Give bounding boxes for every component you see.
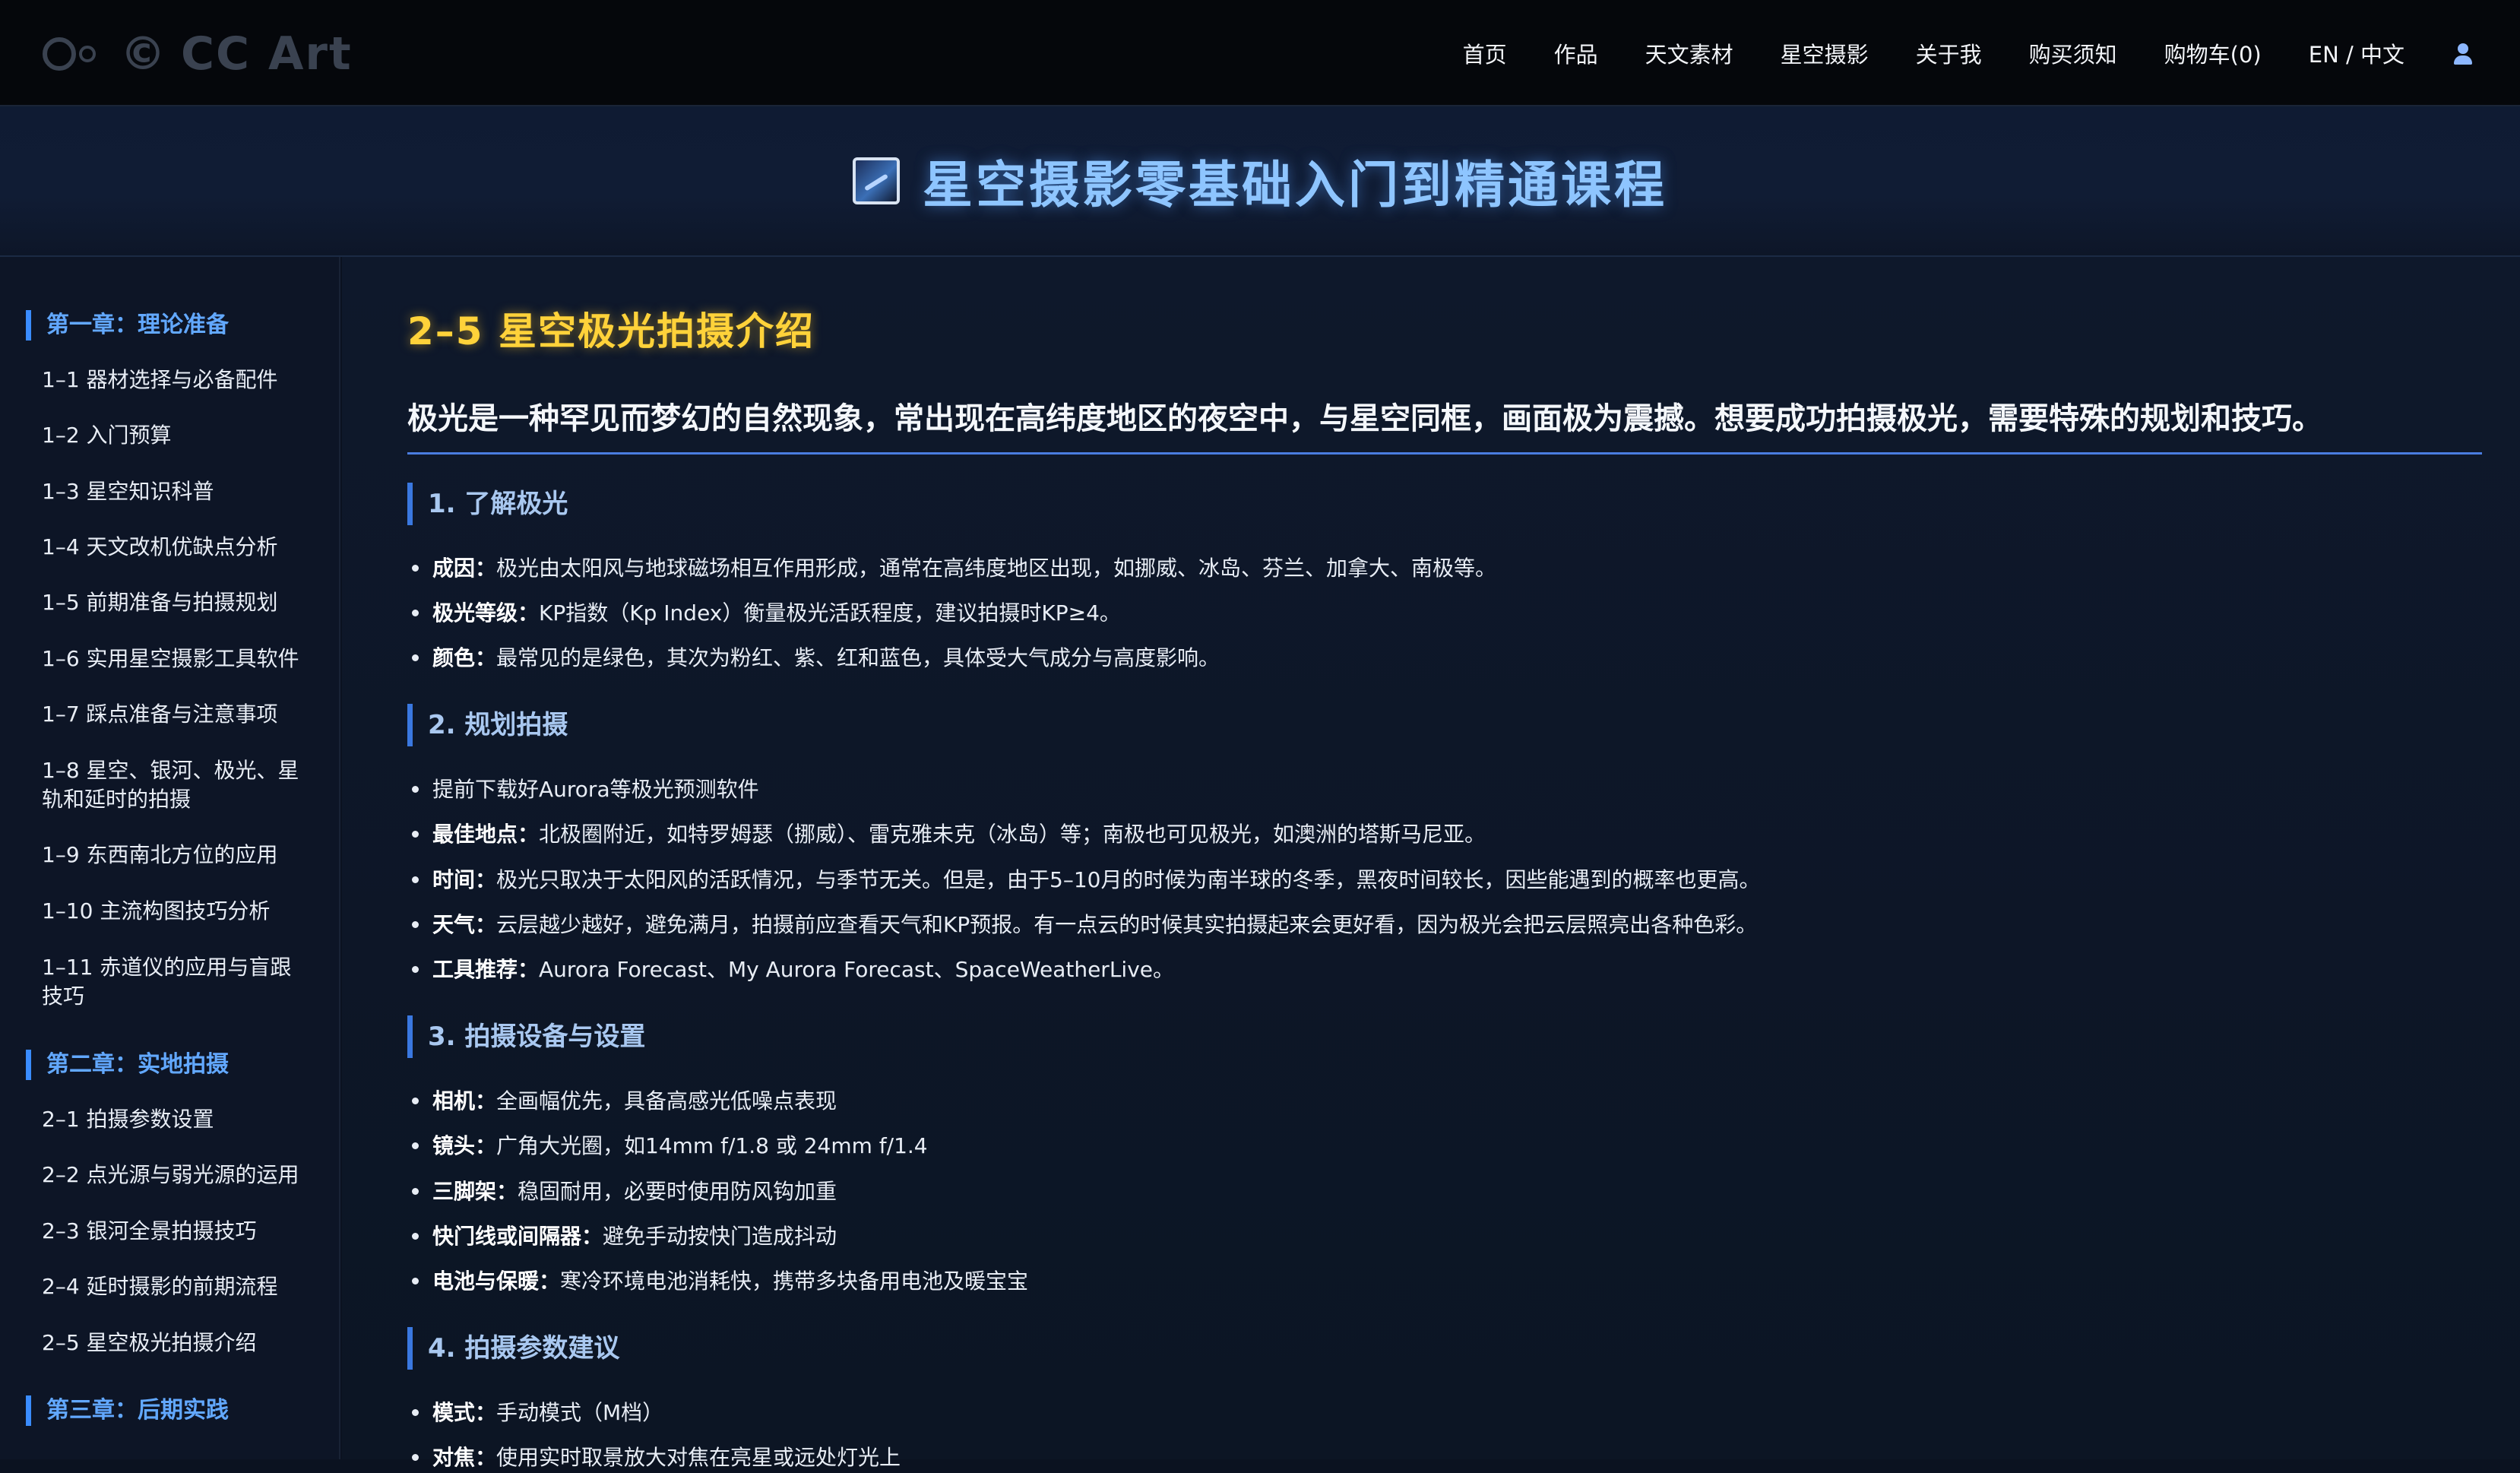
sidebar-item-2-3[interactable]: 2–3 银河全景拍摄技巧 bbox=[42, 1217, 308, 1246]
list-item: 镜头：广角大光圈，如14mm f/1.8 或 24mm f/1.4 bbox=[412, 1131, 928, 1161]
course-title-text: 星空摄影零基础入门到精通课程 bbox=[923, 156, 1667, 214]
nav-about[interactable]: 关于我 bbox=[1916, 37, 1982, 69]
lesson-title: 2–5 星空极光拍摄介绍 bbox=[407, 309, 815, 353]
list-item: 相机：全画幅优先，具备高感光低噪点表现 bbox=[412, 1086, 837, 1117]
brand-name: CC Art bbox=[181, 27, 353, 81]
language-toggle[interactable]: EN / 中文 bbox=[2309, 37, 2404, 69]
brand-logo[interactable]: © CC Art bbox=[43, 20, 353, 88]
section-heading-3: 3. 拍摄设备与设置 bbox=[407, 1015, 645, 1058]
sidebar-item-1-9[interactable]: 1–9 东西南北方位的应用 bbox=[42, 841, 308, 870]
course-banner: 星空摄影零基础入门到精通课程 bbox=[0, 106, 2520, 257]
list-item: 成因：极光由太阳风与地球磁场相互作用形成，通常在高纬度地区出现，如挪威、冰岛、芬… bbox=[412, 553, 1496, 584]
section-heading-4: 4. 拍摄参数建议 bbox=[407, 1327, 619, 1370]
logo-mark-icon bbox=[43, 37, 99, 71]
sidebar-item-1-3[interactable]: 1–3 星空知识科普 bbox=[42, 477, 308, 506]
list-item: 快门线或间隔器：避免手动按快门造成抖动 bbox=[412, 1221, 837, 1252]
list-item: 提前下载好Aurora等极光预测软件 bbox=[412, 775, 759, 805]
sidebar-item-2-4[interactable]: 2–4 延时摄影的前期流程 bbox=[42, 1272, 308, 1301]
list-item: 天气：云层越少越好，避免满月，拍摄前应查看天气和KP预报。有一点云的时候其实拍摄… bbox=[412, 910, 1757, 940]
list-item: 对焦：使用实时取景放大对焦在亮星或远处灯光上 bbox=[412, 1443, 901, 1473]
list-item: 时间：极光只取决于太阳风的活跃情况，与季节无关。但是，由于5–10月的时候为南半… bbox=[412, 865, 1760, 895]
intro-divider bbox=[407, 452, 2482, 455]
sidebar-item-2-5[interactable]: 2–5 星空极光拍摄介绍 bbox=[42, 1329, 308, 1357]
nav-purchase-notes[interactable]: 购买须知 bbox=[2029, 37, 2117, 69]
list-item: 三脚架：稳固耐用，必要时使用防风钩加重 bbox=[412, 1177, 837, 1207]
sidebar-item-1-6[interactable]: 1–6 实用星空摄影工具软件 bbox=[42, 645, 308, 673]
user-icon[interactable] bbox=[2452, 42, 2474, 65]
sidebar-chapter-1[interactable]: 第一章：理论准备 bbox=[26, 310, 229, 341]
top-navbar: © CC Art 首页 作品 天文素材 星空摄影 关于我 购买须知 购物车(0)… bbox=[0, 0, 2520, 106]
list-item: 模式：手动模式（M档） bbox=[412, 1398, 663, 1428]
lesson-content: 2–5 星空极光拍摄介绍 极光是一种罕见而梦幻的自然现象，常出现在高纬度地区的夜… bbox=[342, 257, 2520, 1470]
sidebar-item-1-7[interactable]: 1–7 踩点准备与注意事项 bbox=[42, 700, 308, 729]
main-nav: 首页 作品 天文素材 星空摄影 关于我 购买须知 购物车(0) EN / 中文 bbox=[1463, 0, 2474, 106]
sidebar-chapter-2[interactable]: 第二章：实地拍摄 bbox=[26, 1050, 229, 1080]
sidebar-chapter-3[interactable]: 第三章：后期实践 bbox=[26, 1395, 229, 1426]
sidebar-item-1-4[interactable]: 1–4 天文改机优缺点分析 bbox=[42, 533, 308, 562]
section-heading-1: 1. 了解极光 bbox=[407, 483, 568, 525]
sidebar-item-2-1[interactable]: 2–1 拍摄参数设置 bbox=[42, 1105, 308, 1134]
sidebar-item-2-2[interactable]: 2–2 点光源与弱光源的运用 bbox=[42, 1161, 308, 1189]
sidebar-item-1-10[interactable]: 1–10 主流构图技巧分析 bbox=[42, 897, 308, 926]
nav-works[interactable]: 作品 bbox=[1554, 37, 1598, 69]
sidebar-item-1-5[interactable]: 1–5 前期准备与拍摄规划 bbox=[42, 588, 308, 617]
copyright-symbol: © bbox=[120, 27, 167, 81]
list-item: 极光等级：KP指数（Kp Index）衡量极光活跃程度，建议拍摄时KP≥4。 bbox=[412, 598, 1121, 629]
nav-astro-assets[interactable]: 天文素材 bbox=[1645, 37, 1733, 69]
telescope-image-icon bbox=[853, 157, 900, 204]
list-item: 最佳地点：北极圈附近，如特罗姆瑟（挪威）、雷克雅未克（冰岛）等；南极也可见极光，… bbox=[412, 819, 1486, 850]
sidebar-item-1-2[interactable]: 1–2 入门预算 bbox=[42, 421, 308, 450]
section-heading-2: 2. 规划拍摄 bbox=[407, 704, 568, 746]
nav-home[interactable]: 首页 bbox=[1463, 37, 1507, 69]
nav-star-photography[interactable]: 星空摄影 bbox=[1781, 37, 1869, 69]
sidebar-item-1-11[interactable]: 1–11 赤道仪的应用与盲跟技巧 bbox=[42, 953, 308, 1011]
list-item: 电池与保暖：寒冷环境电池消耗快，携带多块备用电池及暖宝宝 bbox=[412, 1266, 1028, 1297]
chapter-sidebar: 第一章：理论准备 1–1 器材选择与必备配件 1–2 入门预算 1–3 星空知识… bbox=[0, 257, 340, 1459]
nav-cart[interactable]: 购物车(0) bbox=[2164, 37, 2262, 69]
lesson-intro: 极光是一种罕见而梦幻的自然现象，常出现在高纬度地区的夜空中，与星空同框，画面极为… bbox=[407, 401, 2322, 436]
sidebar-item-1-1[interactable]: 1–1 器材选择与必备配件 bbox=[42, 366, 308, 394]
course-title: 星空摄影零基础入门到精通课程 bbox=[853, 144, 1667, 217]
sidebar-item-1-8[interactable]: 1–8 星空、银河、极光、星轨和延时的拍摄 bbox=[42, 756, 308, 814]
list-item: 工具推荐：Aurora Forecast、My Aurora Forecast、… bbox=[412, 955, 1174, 985]
list-item: 颜色：最常见的是绿色，其次为粉红、紫、红和蓝色，具体受大气成分与高度影响。 bbox=[412, 643, 1220, 673]
